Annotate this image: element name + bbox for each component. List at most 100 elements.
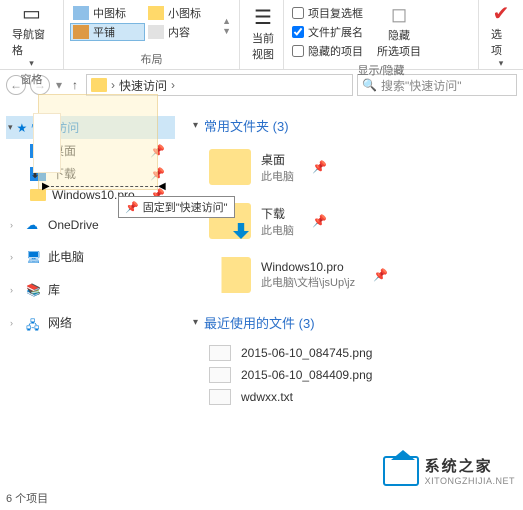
view-content-label: 内容 — [168, 24, 190, 40]
folder-item-downloads[interactable]: 下载 此电脑 📌 — [193, 199, 515, 253]
folder-sub: 此电脑 — [261, 168, 294, 184]
nav-pane-label: 导航窗格 — [12, 26, 51, 58]
file-item[interactable]: 2015-06-10_084745.png — [193, 342, 515, 364]
group-label-panes: 窗格 — [6, 69, 57, 89]
content-pane: ▾ 常用文件夹 (3) 桌面 此电脑 📌 下载 此电脑 📌 Windows10.… — [175, 100, 523, 480]
file-name: 2015-06-10_084745.png — [241, 346, 372, 360]
breadcrumb-root[interactable]: 快速访问 — [119, 77, 167, 94]
search-icon: 🔍 — [362, 78, 377, 92]
nav-libraries[interactable]: › 📚 库 — [6, 278, 175, 301]
chevron-down-icon: ▾ — [193, 120, 198, 131]
file-name: wdwxx.txt — [241, 390, 293, 404]
nav-thispc[interactable]: › 🖥 此电脑 — [6, 245, 175, 268]
chevron-down-icon: ▾ — [193, 317, 198, 328]
pc-icon: 🖥 — [26, 250, 42, 264]
section-title: 最近使用的文件 (3) — [204, 313, 315, 332]
pin-icon: 📌 — [125, 201, 139, 214]
nav-network[interactable]: › 🖧 网络 — [6, 311, 175, 334]
checkbox-hidden-items[interactable]: 隐藏的项目 — [290, 42, 365, 60]
watermark-en: XITONGZHIJIA.NET — [425, 476, 515, 486]
folder-icon — [91, 78, 107, 92]
pin-icon: 📌 — [150, 167, 165, 181]
small-icons-icon — [148, 6, 164, 20]
medium-icons-icon — [73, 6, 89, 20]
folder-item-windows10pro[interactable]: Windows10.pro 此电脑\文档\jsUp\jz 📌 — [193, 253, 515, 307]
file-name: 2015-06-10_084409.png — [241, 368, 372, 382]
nav-item-label: 下载 — [52, 165, 76, 182]
options-label: 选项 — [491, 26, 511, 58]
folder-icon — [209, 257, 251, 293]
text-file-icon — [209, 389, 231, 405]
view-small-label: 小图标 — [168, 5, 201, 21]
nav-item-label: 库 — [48, 281, 60, 298]
breadcrumb-sep: › — [171, 78, 175, 92]
options-button[interactable]: ✔ 选项 ▾ — [485, 2, 517, 69]
tooltip-text: 固定到"快速访问" — [143, 199, 228, 215]
desktop-icon — [30, 144, 46, 158]
current-view-button[interactable]: ☰ 当前 视图 — [246, 2, 280, 65]
view-medium-icons[interactable]: 中图标 — [70, 4, 145, 22]
checkbox-file-extensions[interactable]: 文件扩展名 — [290, 23, 365, 41]
image-file-icon — [209, 367, 231, 383]
checkbox-item-checkboxes[interactable]: 项目复选框 — [290, 4, 365, 22]
group-label-currentview — [246, 65, 277, 69]
ribbon: ▭ 导航窗格 ▾ 窗格 中图标 平铺 小图标 内容 ▲▼ 布局 ☰ 当前 视图 — [0, 0, 523, 70]
folder-name: Windows10.pro — [261, 260, 355, 274]
image-file-icon — [209, 345, 231, 361]
status-bar: 6 个项目 — [6, 490, 48, 506]
pin-icon: 📌 — [304, 160, 327, 174]
network-icon: 🖧 — [26, 316, 42, 330]
current-view-icon: ☰ — [254, 6, 272, 30]
nav-item-label: 此电脑 — [48, 248, 84, 265]
view-tiles-label: 平铺 — [93, 24, 115, 40]
section-recent-files[interactable]: ▾ 最近使用的文件 (3) — [193, 313, 515, 332]
libraries-icon: 📚 — [26, 283, 42, 297]
content-icon — [148, 25, 164, 39]
checkbox-label: 隐藏的项目 — [308, 43, 363, 59]
downloads-icon: ⬇ — [30, 167, 46, 181]
section-title: 常用文件夹 (3) — [204, 116, 289, 135]
nav-pane-button[interactable]: ▭ 导航窗格 ▾ — [6, 2, 57, 69]
drop-caret: ▶ — [42, 181, 50, 192]
folder-name: 下载 — [261, 205, 294, 222]
drop-indicator — [46, 186, 158, 187]
options-icon: ✔ — [493, 2, 510, 26]
nav-onedrive[interactable]: › ☁ OneDrive — [6, 215, 175, 235]
watermark: 系统之家 XITONGZHIJIA.NET — [383, 455, 515, 486]
view-tiles[interactable]: 平铺 — [70, 23, 145, 41]
view-small-icons[interactable]: 小图标 — [145, 4, 220, 22]
group-label-options — [485, 69, 517, 73]
view-medium-label: 中图标 — [93, 5, 126, 21]
star-icon: ★ — [17, 121, 28, 135]
drop-caret: ◀ — [158, 181, 166, 192]
watermark-cn: 系统之家 — [425, 455, 515, 476]
pin-icon: 📌 — [304, 214, 327, 228]
folder-name: 桌面 — [261, 151, 294, 168]
hide-selected-label: 隐藏 所选项目 — [377, 27, 421, 59]
nav-quick-label: 快速访问 — [31, 119, 79, 136]
nav-pane-icon: ▭ — [22, 2, 41, 26]
nav-quick-access[interactable]: ▾ ★ 快速访问 — [6, 116, 175, 139]
view-content[interactable]: 内容 — [145, 23, 220, 41]
folder-icon — [209, 149, 251, 185]
file-item[interactable]: wdwxx.txt — [193, 386, 515, 408]
folder-item-desktop[interactable]: 桌面 此电脑 📌 — [193, 145, 515, 199]
nav-item-label: 桌面 — [52, 142, 76, 159]
main-area: ▾ ★ 快速访问 桌面 📌 ⬇ 下载 📌 Windows10.pro 📌 › — [0, 100, 523, 480]
drop-tooltip: 📌 固定到"快速访问" — [118, 196, 235, 218]
nav-item-label: 网络 — [48, 314, 72, 331]
section-frequent-folders[interactable]: ▾ 常用文件夹 (3) — [193, 116, 515, 135]
folder-sub: 此电脑 — [261, 222, 294, 238]
breadcrumb-sep: › — [111, 78, 115, 92]
nav-tree: ▾ ★ 快速访问 桌面 📌 ⬇ 下载 📌 Windows10.pro 📌 › — [0, 100, 175, 480]
file-item[interactable]: 2015-06-10_084409.png — [193, 364, 515, 386]
up-button[interactable]: ↑ — [68, 78, 82, 92]
nav-desktop[interactable]: 桌面 📌 — [26, 139, 175, 162]
folder-sub: 此电脑\文档\jsUp\jz — [261, 274, 355, 290]
checkbox-label: 文件扩展名 — [308, 24, 363, 40]
group-label-layout: 布局 — [70, 49, 233, 69]
hide-selected-button[interactable]: ◻ 隐藏 所选项目 — [371, 2, 427, 60]
current-view-label: 当前 视图 — [252, 30, 274, 62]
hide-icon: ◻ — [391, 3, 408, 27]
tiles-icon — [73, 25, 89, 39]
